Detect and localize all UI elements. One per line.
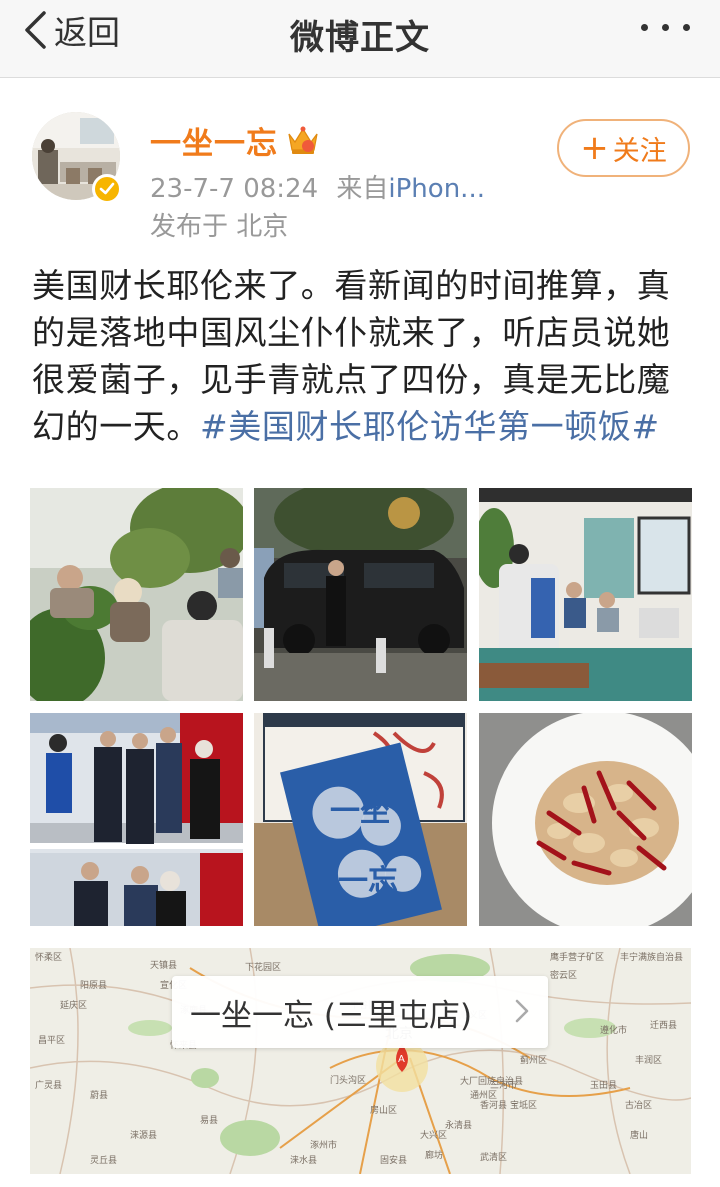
- post-timestamp: 23-7-7 08:24: [150, 174, 319, 204]
- map-place-label: 密云区: [550, 969, 577, 981]
- post-location: 发布于 北京: [150, 212, 289, 242]
- map-place-label: 古冶区: [625, 1099, 652, 1111]
- post-meta: 23-7-7 08:24 来自iPhon...: [150, 168, 485, 205]
- verified-badge-icon: [92, 174, 122, 204]
- map-place-label: 易县: [200, 1115, 218, 1126]
- photo-2[interactable]: [254, 488, 467, 701]
- map-place-label: 香河县: [480, 1099, 507, 1111]
- follow-button[interactable]: + 关注: [557, 119, 690, 177]
- map-place-label: 遵化市: [600, 1024, 627, 1036]
- photo-car-arrival: [254, 488, 467, 701]
- card-text-line-1: 一坐: [330, 794, 390, 829]
- map-place-label: 门头沟区: [330, 1074, 366, 1086]
- map-place-label: 大厂回族自治县: [460, 1075, 523, 1087]
- map-place-label: 下花园区: [245, 961, 281, 973]
- photo-4[interactable]: [30, 713, 243, 926]
- photo-restaurant-card: 一坐 一忘: [254, 713, 467, 926]
- page-title: 微博正文: [290, 18, 430, 58]
- source-link[interactable]: iPhon...: [388, 174, 485, 204]
- photo-restaurant-dining: [30, 488, 243, 701]
- chevron-right-icon: [515, 999, 529, 1023]
- map-place-label: 怀柔区: [35, 951, 62, 963]
- map-place-label: 廊坊: [425, 1149, 443, 1161]
- vip-crown-icon: [288, 126, 318, 154]
- photo-1[interactable]: [30, 488, 243, 701]
- map-pin-letter: A: [398, 1054, 405, 1065]
- plus-icon: +: [580, 128, 609, 168]
- map-place-label: 大兴区: [420, 1129, 447, 1141]
- photo-3[interactable]: [479, 488, 692, 701]
- map-place-label: 宝坻区: [510, 1099, 537, 1111]
- location-place-name: 一坐一忘 (三里屯店): [190, 997, 473, 1034]
- map-place-label: 房山区: [370, 1104, 397, 1116]
- map-place-label: 灵丘县: [90, 1155, 117, 1166]
- map-place-label: 涞水县: [290, 1154, 317, 1166]
- photo-5[interactable]: 一坐 一忘: [254, 713, 467, 926]
- username[interactable]: 一坐一忘: [150, 118, 278, 163]
- map-place-label: 武清区: [480, 1151, 507, 1163]
- source-prefix: 来自: [336, 174, 389, 204]
- map-place-label: 玉田县: [590, 1080, 617, 1091]
- photo-6[interactable]: [479, 713, 692, 926]
- more-options-button[interactable]: [641, 24, 690, 31]
- map-place-label: 天镇县: [150, 959, 177, 971]
- map-place-label: 蓟州区: [520, 1054, 547, 1066]
- hashtag-link[interactable]: #美国财长耶伦访华第一顿饭#: [200, 407, 660, 446]
- location-card[interactable]: 一坐一忘 (三里屯店): [172, 976, 548, 1048]
- photo-mushroom-dish: [479, 713, 692, 926]
- map-place-label: 永清县: [445, 1119, 472, 1131]
- navigation-bar: 返回 微博正文: [0, 0, 720, 78]
- map-place-label: 唐山: [630, 1129, 648, 1141]
- map-place-label: 蔚县: [90, 1089, 108, 1101]
- map-place-label: 通州区: [470, 1090, 497, 1101]
- map-place-label: 涿州市: [310, 1139, 337, 1151]
- map-place-label: 阳原县: [80, 980, 107, 991]
- map-place-label: 昌平区: [38, 1035, 65, 1046]
- map-place-label: 涞源县: [130, 1130, 157, 1141]
- map-place-label: 鹰手营子矿区: [550, 951, 604, 963]
- post-body: 美国财长耶伦来了。看新闻的时间推算，真的是落地中国风尘仆仆就来了，听店员说她很爱…: [32, 262, 692, 450]
- photo-airport-arrival: [30, 713, 243, 926]
- map-place-label: 迁西县: [650, 1020, 677, 1031]
- map-place-label: 固安县: [380, 1154, 407, 1166]
- more-dots-icon: [641, 24, 648, 31]
- map-place-label: 丰宁满族自治县: [620, 951, 683, 963]
- map-place-label: 广灵县: [35, 1079, 62, 1091]
- photo-restaurant-interior: [479, 488, 692, 701]
- map-place-label: 丰润区: [635, 1054, 662, 1066]
- map-place-label: 延庆区: [60, 999, 87, 1011]
- card-text-line-2: 一忘: [338, 864, 398, 899]
- follow-label: 关注: [612, 135, 667, 167]
